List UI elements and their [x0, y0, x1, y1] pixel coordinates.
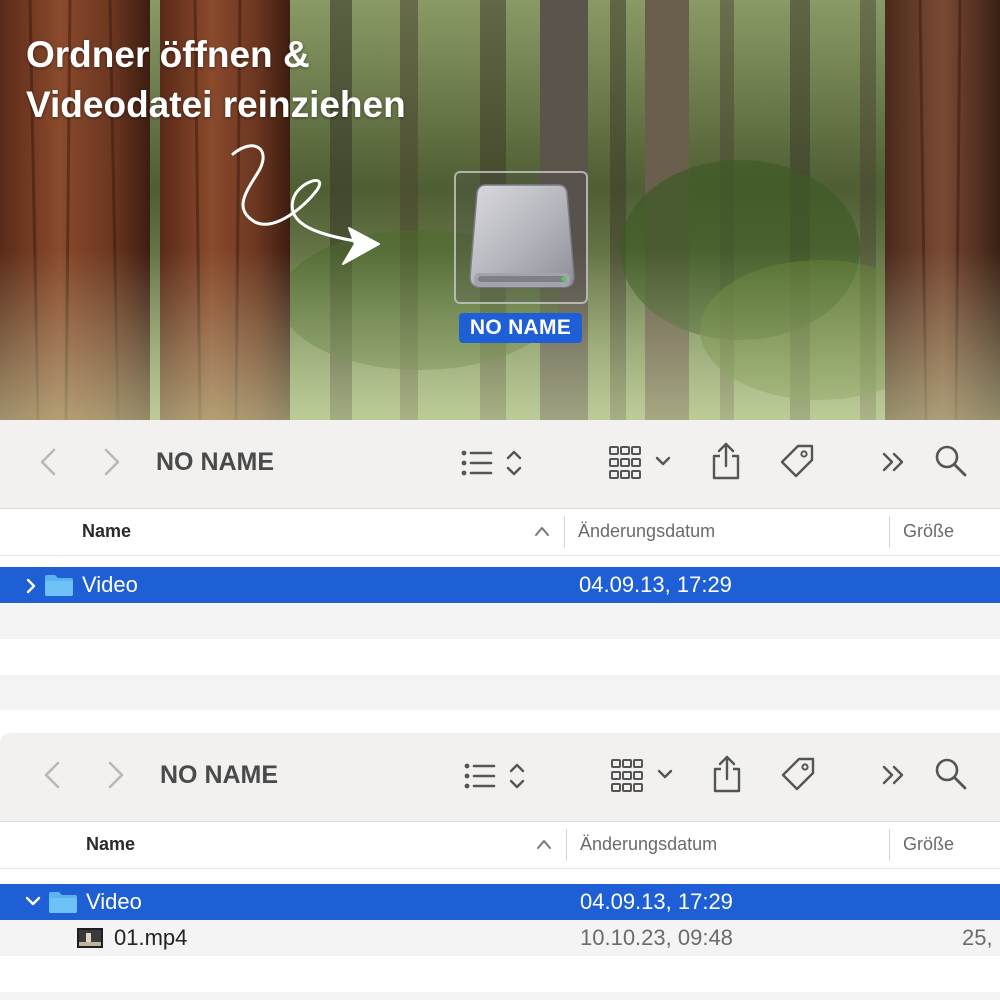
instruction-line-2: Videodatei reinziehen	[26, 84, 406, 125]
tag-icon[interactable]	[778, 442, 816, 480]
window-title: NO NAME	[160, 761, 279, 789]
row-date: 10.10.23, 09:48	[580, 925, 733, 950]
finder-toolbar: NO NAME	[0, 420, 1000, 509]
gallery-grid-icon[interactable]	[610, 758, 678, 794]
column-separator	[564, 516, 565, 548]
sort-ascending-icon[interactable]	[536, 838, 552, 850]
share-icon[interactable]	[711, 753, 743, 795]
search-icon[interactable]	[934, 444, 968, 478]
search-icon[interactable]	[934, 757, 968, 791]
external-drive-icon	[469, 184, 575, 288]
row-date: 04.09.13, 17:29	[580, 889, 733, 914]
list-view-icon[interactable]	[458, 446, 528, 480]
column-date[interactable]: Änderungsdatum	[578, 521, 715, 542]
window-title: NO NAME	[156, 448, 275, 476]
column-size[interactable]: Größe	[903, 834, 954, 855]
disclosure-expanded-icon[interactable]	[24, 894, 42, 910]
row-name: Video	[82, 572, 138, 597]
empty-row	[0, 639, 1000, 675]
row-name: 01.mp4	[114, 925, 188, 950]
table-row[interactable]: Video 04.09.13, 17:29	[0, 884, 1000, 920]
folder-icon	[45, 575, 73, 596]
empty-row	[0, 675, 1000, 710]
hand-drawn-arrow-icon	[231, 144, 380, 265]
folder-icon	[49, 892, 77, 913]
finder-window-expanded: NO NAME Name Änderungsdatum Größe Video …	[0, 733, 1000, 1000]
column-date[interactable]: Änderungsdatum	[580, 834, 717, 855]
disclosure-collapsed-icon[interactable]	[24, 577, 38, 595]
list-view-icon[interactable]	[461, 759, 531, 793]
column-size[interactable]: Größe	[903, 521, 954, 542]
back-icon[interactable]	[40, 757, 64, 793]
row-name: Video	[86, 889, 142, 914]
share-icon[interactable]	[710, 440, 742, 482]
column-separator	[889, 829, 890, 861]
sort-ascending-icon[interactable]	[534, 525, 550, 537]
column-name[interactable]: Name	[82, 521, 131, 542]
gallery-grid-icon[interactable]	[608, 445, 676, 481]
column-separator	[566, 829, 567, 861]
more-icon[interactable]	[880, 450, 908, 474]
video-file-icon	[77, 928, 103, 948]
finder-toolbar: NO NAME	[0, 733, 1000, 822]
table-row[interactable]: 01.mp4 10.10.23, 09:48 25,	[0, 920, 1000, 956]
instruction-line-1: Ordner öffnen &	[26, 34, 310, 75]
row-date: 04.09.13, 17:29	[579, 572, 732, 597]
tag-icon[interactable]	[779, 755, 817, 793]
divider-gap	[0, 710, 1000, 733]
instruction-text: Ordner öffnen & Videodatei reinziehen	[26, 30, 406, 130]
table-row[interactable]: Video 04.09.13, 17:29	[0, 567, 1000, 603]
empty-row	[0, 603, 1000, 639]
forward-icon[interactable]	[100, 444, 124, 480]
column-header: Name Änderungsdatum Größe	[0, 822, 1000, 869]
row-size: 25,	[962, 925, 993, 950]
empty-row	[0, 992, 1000, 1000]
finder-window-collapsed: NO NAME Name Änderungsdatum Größe Video …	[0, 420, 1000, 710]
empty-row	[0, 956, 1000, 992]
more-icon[interactable]	[880, 763, 908, 787]
forward-icon[interactable]	[104, 757, 128, 793]
column-name[interactable]: Name	[86, 834, 135, 855]
desktop-background: Ordner öffnen & Videodatei reinziehen NO…	[0, 0, 1000, 420]
column-header: Name Änderungsdatum Größe	[0, 509, 1000, 556]
back-icon[interactable]	[36, 444, 60, 480]
drive-icon-selection[interactable]	[454, 171, 588, 304]
column-separator	[889, 516, 890, 548]
drive-label[interactable]: NO NAME	[459, 313, 582, 343]
